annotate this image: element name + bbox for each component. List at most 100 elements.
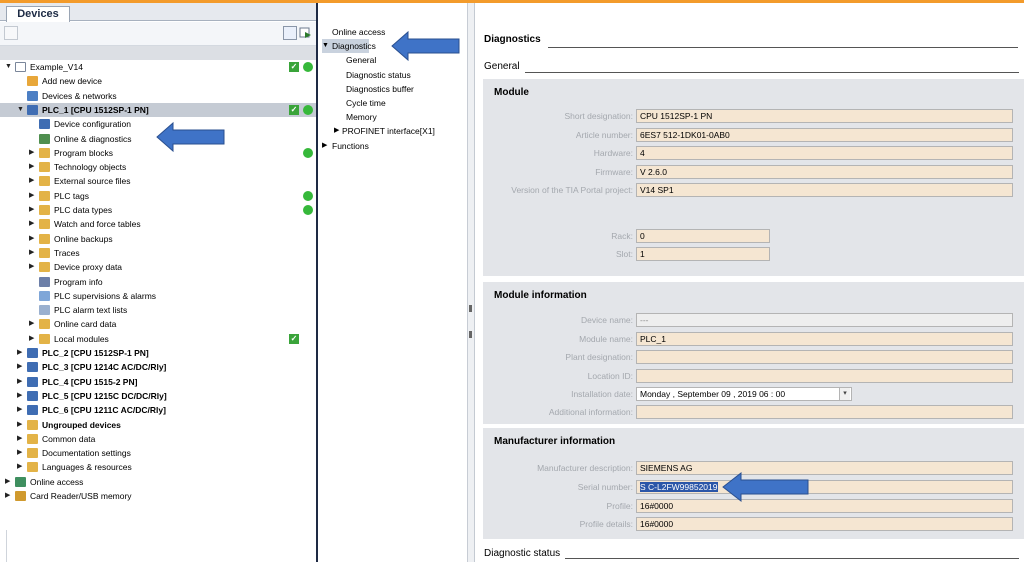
tree-item[interactable]: ▶ Online backups xyxy=(0,232,316,246)
rack-label: Rack: xyxy=(611,231,633,241)
tree-item[interactable]: ▶ Documentation settings xyxy=(0,446,316,460)
tree-item-label: Card Reader/USB memory xyxy=(30,491,132,501)
expand-closed-icon[interactable]: ▶ xyxy=(29,146,37,160)
nav-item[interactable]: ▶ Functions xyxy=(322,139,369,153)
collapse-right-icon[interactable] xyxy=(469,331,472,338)
nav-item[interactable]: ▶ PROFINET interface[X1] xyxy=(324,124,435,138)
tree-item[interactable]: ▶ Traces xyxy=(0,246,316,260)
serial-number-field[interactable]: S C-L2FW99852019 xyxy=(636,480,1013,494)
manufacturer-description-field[interactable]: SIEMENS AG xyxy=(636,461,1013,475)
tree-item[interactable]: ▶ PLC_4 [CPU 1515-2 PN] xyxy=(0,375,316,389)
nav-item[interactable]: ▼ Diagnostics xyxy=(322,39,376,54)
nav-item[interactable]: Online access xyxy=(322,25,385,39)
article-number-field[interactable]: 6ES7 512-1DK01-0AB0 xyxy=(636,128,1013,142)
tree-item[interactable]: ▼ Example_V14 ✓ xyxy=(0,60,316,74)
tree-item[interactable]: ▶ External source files xyxy=(0,174,316,188)
rack-field[interactable]: 0 xyxy=(636,229,770,243)
tree-item[interactable]: ▶ PLC tags xyxy=(0,189,316,203)
nav-item[interactable]: Memory xyxy=(324,110,377,124)
module-information-section: Module information Device name: --- Modu… xyxy=(483,282,1024,424)
tree-item[interactable]: ▶ PLC_6 [CPU 1211C AC/DC/Rly] xyxy=(0,403,316,417)
chevron-down-icon[interactable]: ▾ xyxy=(839,388,850,400)
tree-item[interactable]: ▶ PLC_5 [CPU 1215C DC/DC/Rly] xyxy=(0,389,316,403)
expand-closed-icon[interactable]: ▶ xyxy=(29,203,37,217)
tree-item[interactable]: ▶ Card Reader/USB memory xyxy=(0,489,316,503)
section-general-title: General xyxy=(484,61,520,72)
expand-closed-icon[interactable]: ▶ xyxy=(29,332,37,346)
profile-label: Profile: xyxy=(606,501,633,511)
tree-item[interactable]: ▶ Local modules ✓ xyxy=(0,332,316,346)
installation-date-field[interactable]: Monday , September 09 , 2019 06 : 00 ▾ xyxy=(636,387,852,401)
hardware-label: Hardware: xyxy=(593,148,633,158)
expand-closed-icon[interactable]: ▶ xyxy=(29,260,37,274)
expand-closed-icon[interactable]: ▶ xyxy=(17,460,25,474)
panel-splitter[interactable] xyxy=(468,3,475,562)
expand-closed-icon[interactable]: ▶ xyxy=(29,246,37,260)
nav-item[interactable]: Cycle time xyxy=(324,96,386,110)
tia-version-field[interactable]: V14 SP1 xyxy=(636,183,1013,197)
slot-field[interactable]: 1 xyxy=(636,247,770,261)
nav-item[interactable]: Diagnostics buffer xyxy=(324,82,414,96)
plant-designation-field[interactable] xyxy=(636,350,1013,364)
arrow-serial-number-icon xyxy=(722,471,809,503)
module-name-field[interactable]: PLC_1 xyxy=(636,332,1013,346)
hardware-field[interactable]: 4 xyxy=(636,146,1013,160)
profile-details-field[interactable]: 16#0000 xyxy=(636,517,1013,531)
expand-closed-icon[interactable]: ▶ xyxy=(17,418,25,432)
expand-closed-icon[interactable]: ▶ xyxy=(5,475,13,489)
tree-item[interactable]: ▶ Device proxy data xyxy=(0,260,316,274)
expand-closed-icon[interactable]: ▶ xyxy=(29,217,37,231)
tree-item[interactable]: ▶ Ungrouped devices xyxy=(0,418,316,432)
tree-item[interactable]: ▶ Common data xyxy=(0,432,316,446)
expand-closed-icon[interactable]: ▶ xyxy=(29,232,37,246)
tree-item[interactable]: ▶ PLC_2 [CPU 1512SP-1 PN] xyxy=(0,346,316,360)
tree-item[interactable]: ▼ PLC_1 [CPU 1512SP-1 PN] ✓ xyxy=(0,102,316,118)
profile-field[interactable]: 16#0000 xyxy=(636,499,1013,513)
expand-closed-icon[interactable]: ▶ xyxy=(17,360,25,374)
additional-information-field[interactable] xyxy=(636,405,1013,419)
tree-item-label: Online backups xyxy=(54,233,113,244)
tree-item[interactable]: ▶ PLC data types xyxy=(0,203,316,217)
tree-item[interactable]: Program info xyxy=(0,275,316,289)
expand-closed-icon[interactable]: ▶ xyxy=(29,189,37,203)
expand-closed-icon[interactable]: ▶ xyxy=(29,317,37,331)
expand-closed-icon[interactable]: ▶ xyxy=(334,124,339,138)
tree-item[interactable]: ▶ Watch and force tables xyxy=(0,217,316,231)
expand-closed-icon[interactable]: ▶ xyxy=(322,139,327,153)
expand-closed-icon[interactable]: ▶ xyxy=(17,346,25,360)
tree-item[interactable]: Devices & networks xyxy=(0,89,316,103)
tree-item[interactable]: ▶ Online access xyxy=(0,475,316,489)
tree-item[interactable]: ▶ PLC_3 [CPU 1214C AC/DC/Rly] xyxy=(0,360,316,374)
tree-item[interactable]: Add new device xyxy=(0,74,316,88)
expand-closed-icon[interactable]: ▶ xyxy=(17,375,25,389)
folder-icon xyxy=(27,462,38,473)
expand-open-icon[interactable]: ▼ xyxy=(17,103,25,117)
new-item-icon[interactable] xyxy=(4,26,18,40)
view-overview-icon[interactable] xyxy=(283,26,297,40)
expand-closed-icon[interactable]: ▶ xyxy=(17,446,25,460)
expand-closed-icon[interactable]: ▶ xyxy=(29,160,37,174)
tab-devices[interactable]: Devices xyxy=(6,6,70,22)
expand-open-icon[interactable]: ▼ xyxy=(5,60,13,74)
tree-item[interactable]: PLC alarm text lists xyxy=(0,303,316,317)
expand-closed-icon[interactable]: ▶ xyxy=(17,432,25,446)
firmware-field[interactable]: V 2.6.0 xyxy=(636,165,1013,179)
card-reader-icon xyxy=(15,491,26,501)
location-id-field[interactable] xyxy=(636,369,1013,383)
tree-item[interactable]: PLC supervisions & alarms xyxy=(0,289,316,303)
tree-item[interactable]: ▶ Online card data xyxy=(0,317,316,331)
collapse-left-icon[interactable] xyxy=(469,305,472,312)
tree-item[interactable]: ▶ Languages & resources xyxy=(0,460,316,474)
tree-item[interactable]: ▶ Technology objects xyxy=(0,160,316,174)
short-designation-field[interactable]: CPU 1512SP-1 PN xyxy=(636,109,1013,123)
split-view-icon[interactable] xyxy=(299,26,313,40)
device-name-field[interactable]: --- xyxy=(636,313,1013,327)
expand-closed-icon[interactable]: ▶ xyxy=(5,489,13,503)
expand-closed-icon[interactable]: ▶ xyxy=(17,403,25,417)
expand-open-icon[interactable]: ▼ xyxy=(322,39,329,53)
nav-item[interactable]: General xyxy=(324,53,376,67)
installation-date-label: Installation date: xyxy=(571,389,633,399)
nav-item[interactable]: Diagnostic status xyxy=(324,68,411,82)
expand-closed-icon[interactable]: ▶ xyxy=(29,174,37,188)
expand-closed-icon[interactable]: ▶ xyxy=(17,389,25,403)
